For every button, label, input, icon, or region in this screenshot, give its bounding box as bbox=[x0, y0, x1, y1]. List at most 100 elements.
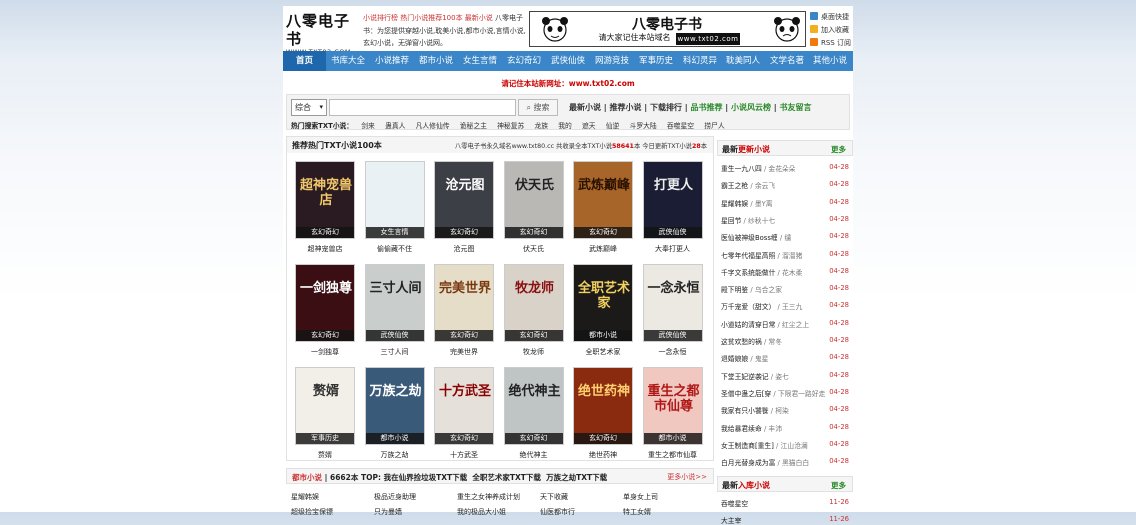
book-name[interactable]: 万族之劫 bbox=[365, 450, 425, 460]
latest-book-name[interactable]: 我给暴君续命 bbox=[721, 425, 762, 433]
nav-item-home[interactable]: 首页 bbox=[283, 51, 326, 71]
latest-item[interactable]: 我给暴君续命 / 丰沛 04-28 bbox=[721, 423, 849, 433]
urban-book-link[interactable]: 极品近身助理 bbox=[374, 492, 416, 502]
book-card[interactable]: 一念永恒 武侠仙侠 一念永恒 bbox=[642, 264, 703, 357]
book-cover[interactable]: 一剑独尊 玄幻奇幻 bbox=[295, 264, 355, 342]
latest2-book-name[interactable]: 大主宰 bbox=[721, 517, 741, 525]
book-name[interactable]: 伏天氏 bbox=[504, 244, 564, 254]
book-cover[interactable]: 三寸人间 武侠仙侠 bbox=[364, 264, 425, 342]
latest-item[interactable]: 七零年代福星高照 / 溜溜猪 04-28 bbox=[721, 250, 849, 260]
urban-book-link[interactable]: 仙医都市行 bbox=[540, 507, 575, 517]
book-card[interactable]: 绝世药神 玄幻奇幻 绝世药神 bbox=[573, 367, 633, 460]
latest2-item[interactable]: 吞噬星空 11-26 bbox=[721, 498, 849, 508]
nav-item-wuxia[interactable]: 武侠仙侠 bbox=[551, 51, 585, 71]
book-name[interactable]: 全职艺术家 bbox=[573, 347, 633, 357]
latest-item[interactable]: 星回节 / 纱秋十七 04-28 bbox=[721, 215, 849, 225]
latest-item[interactable]: 重生一九八四 / 金花朵朵 04-28 bbox=[721, 163, 849, 173]
book-cover[interactable]: 武炼巅峰 玄幻奇幻 bbox=[573, 161, 633, 239]
hot-search-item[interactable]: 仙逆 bbox=[606, 122, 620, 130]
nav-item-fantasy[interactable]: 玄幻奇幻 bbox=[507, 51, 541, 71]
book-cover[interactable]: 女生言情 bbox=[364, 161, 425, 239]
book-card[interactable]: 十方武圣 玄幻奇幻十方武圣 bbox=[434, 367, 494, 460]
hot-search-item[interactable]: 龙族 bbox=[534, 122, 548, 130]
intro-hot-links[interactable]: 小说排行榜 热门小说推荐100本 最新小说 bbox=[363, 14, 493, 22]
nav-item-library[interactable]: 书库大全 bbox=[331, 51, 365, 71]
latest-item[interactable]: 我家有只小饕餮 / 柯染 04-28 bbox=[721, 405, 849, 415]
book-cover[interactable]: 绝代神主 玄幻奇幻 bbox=[503, 367, 564, 445]
book-cover[interactable]: 十方武圣 玄幻奇幻 bbox=[434, 367, 494, 445]
search-input[interactable] bbox=[329, 99, 516, 116]
latest2-item[interactable]: 大主宰 11-26 bbox=[721, 515, 849, 525]
search-button[interactable]: ⌕ 搜索 bbox=[518, 99, 558, 116]
latest-book-name[interactable]: 下堂王妃逆袭记 bbox=[721, 373, 769, 381]
latest-item[interactable]: 女王制造商[重生] / 江山沧澜 04-28 bbox=[721, 440, 849, 450]
book-card[interactable]: 沧元图 玄幻奇幻 沧元图 bbox=[434, 161, 494, 254]
latest-book-name[interactable]: 七零年代福星高照 bbox=[721, 252, 775, 260]
urban-top-link[interactable]: 万族之劫TXT下载 bbox=[546, 473, 607, 482]
latest-book-name[interactable]: 千字文系统能做什 bbox=[721, 269, 775, 277]
urban-book-link[interactable]: 星耀韩娱 bbox=[291, 492, 319, 502]
link-download-rank[interactable]: 下载排行 bbox=[650, 103, 682, 112]
hot-search-item[interactable]: 吞噬星空 bbox=[667, 122, 694, 130]
quick-rss[interactable]: RSS 订阅 bbox=[810, 37, 858, 50]
book-card[interactable]: 女生言情 偷偷藏不住 bbox=[364, 161, 425, 254]
latest-item[interactable]: 小道姑的清穿日常 / 红尘之上 04-28 bbox=[721, 319, 849, 329]
book-card[interactable]: 全职艺术家 都市小说全职艺术家 bbox=[573, 264, 633, 357]
latest2-book-name[interactable]: 吞噬星空 bbox=[721, 500, 748, 508]
book-cover[interactable]: 牧龙师 玄幻奇幻 bbox=[503, 264, 564, 342]
header-banner[interactable]: 八零电子书 请大家记住本站域名 www.txt02.com bbox=[529, 11, 806, 47]
latest-item[interactable]: 医仙被神级Boss缠 / 缱 04-28 bbox=[721, 232, 849, 242]
link-ranking[interactable]: 小说风云榜 bbox=[731, 103, 771, 112]
urban-book-link[interactable]: 只为曼嫱 bbox=[374, 507, 402, 517]
latest-book-name[interactable]: 重生一九八四 bbox=[721, 165, 762, 173]
link-pick[interactable]: 品书推荐 bbox=[691, 103, 723, 112]
urban-book-link[interactable]: 单身女上司 bbox=[623, 492, 658, 502]
search-type-select[interactable]: 综合 ▾ bbox=[291, 99, 327, 116]
book-card[interactable]: 重生之都市仙尊 都市小说 重生之都市仙尊 bbox=[642, 367, 703, 460]
book-card[interactable]: 武炼巅峰 玄幻奇幻 武炼巅峰 bbox=[573, 161, 633, 254]
latest-book-name[interactable]: 万千宠爱（甜文） bbox=[721, 303, 775, 311]
urban-book-link[interactable]: 天下收藏 bbox=[540, 492, 568, 502]
nav-item-classics[interactable]: 文学名著 bbox=[770, 51, 804, 71]
hot-search-item[interactable]: 神秘复苏 bbox=[497, 122, 524, 130]
hot-search-item[interactable]: 剑来 bbox=[361, 122, 375, 130]
nav-item-fanfic[interactable]: 耽美同人 bbox=[726, 51, 760, 71]
book-card[interactable]: 绝代神主 玄幻奇幻 绝代神主 bbox=[503, 367, 564, 460]
book-card[interactable]: 三寸人间 武侠仙侠 三寸人间 bbox=[364, 264, 425, 357]
latest-item[interactable]: 下堂王妃逆袭记 / 姿七 04-28 bbox=[721, 371, 849, 381]
book-card[interactable]: 万族之劫 都市小说万族之劫 bbox=[364, 367, 425, 460]
book-name[interactable]: 沧元图 bbox=[434, 244, 494, 254]
latest-book-name[interactable]: 医仙被神级Boss缠 bbox=[721, 234, 778, 242]
latest-book-name[interactable]: 殿下明鉴 bbox=[721, 286, 748, 294]
latest-item[interactable]: 这贫欢愁的祸 / 常冬 04-28 bbox=[721, 336, 849, 346]
quick-desktop[interactable]: 桌面快捷 bbox=[810, 11, 858, 24]
nav-item-urban[interactable]: 都市小说 bbox=[419, 51, 453, 71]
latest-item[interactable]: 万千宠爱（甜文） / 王三九 04-28 bbox=[721, 301, 849, 311]
book-card[interactable]: 牧龙师 玄幻奇幻 牧龙师 bbox=[503, 264, 564, 357]
book-cover[interactable]: 赘婿 军事历史 bbox=[295, 367, 355, 445]
book-card[interactable]: 打更人 武侠仙侠 大奉打更人 bbox=[642, 161, 703, 254]
hot-search-item[interactable]: 斗罗大陆 bbox=[630, 122, 657, 130]
book-card[interactable]: 一剑独尊 玄幻奇幻一剑独尊 bbox=[295, 264, 355, 357]
latest-book-name[interactable]: 这贫欢愁的祸 bbox=[721, 338, 762, 346]
book-cover[interactable]: 万族之劫 都市小说 bbox=[364, 367, 425, 445]
book-name[interactable]: 偷偷藏不住 bbox=[365, 244, 425, 254]
urban-book-link[interactable]: 特工女婿 bbox=[623, 507, 651, 517]
link-latest[interactable]: 最新小说 bbox=[569, 103, 601, 112]
book-card[interactable]: 赘婿 军事历史 赘婿 bbox=[295, 367, 355, 460]
book-cover[interactable]: 全职艺术家 都市小说 bbox=[573, 264, 633, 342]
hot-search-item[interactable]: 凡人修仙传 bbox=[416, 122, 450, 130]
nav-item-romance[interactable]: 女生言情 bbox=[463, 51, 497, 71]
book-card[interactable]: 超神宠兽店 玄幻奇幻 超神宠兽店 bbox=[295, 161, 355, 254]
urban-more-link[interactable]: 更多小说>> bbox=[667, 472, 707, 482]
latest-book-name[interactable]: 小道姑的清穿日常 bbox=[721, 321, 775, 329]
book-name[interactable]: 十方武圣 bbox=[434, 450, 494, 460]
latest-item[interactable]: 殿下明鉴 / 乌合之家 04-28 bbox=[721, 284, 849, 294]
book-name[interactable]: 完美世界 bbox=[434, 347, 494, 357]
urban-top-link[interactable]: 我在仙界捡垃圾TXT下载 bbox=[384, 473, 468, 482]
book-cover[interactable]: 完美世界 玄幻奇幻 bbox=[434, 264, 494, 342]
book-name[interactable]: 一剑独尊 bbox=[295, 347, 355, 357]
book-name[interactable]: 赘婿 bbox=[295, 450, 355, 460]
latest-book-name[interactable]: 白月光替身成为富 bbox=[721, 459, 775, 467]
book-name[interactable]: 重生之都市仙尊 bbox=[643, 450, 703, 460]
